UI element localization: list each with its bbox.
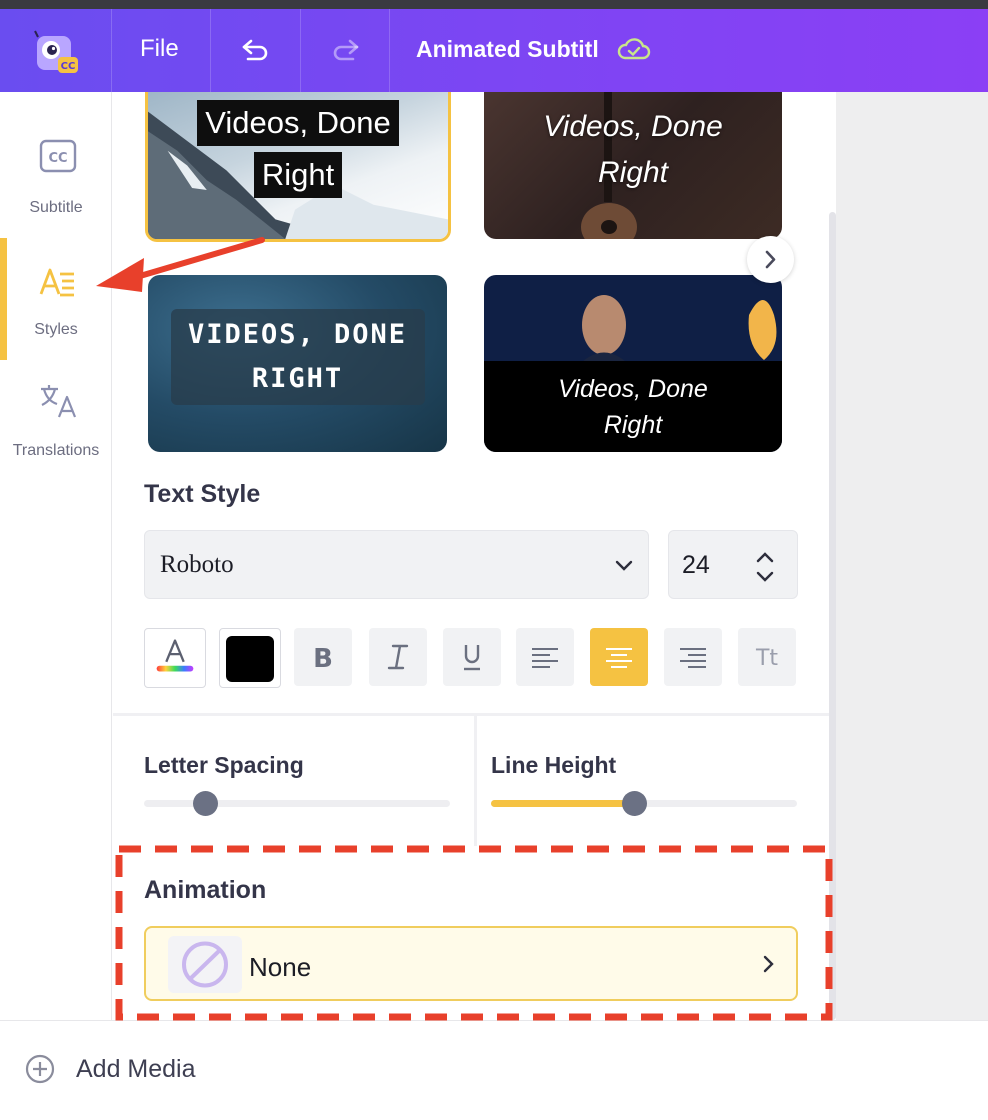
sidebar-item-label: Subtitle [29, 199, 83, 216]
left-sidebar: CC Subtitle Styles Translations [0, 92, 112, 1020]
carousel-next-button[interactable] [747, 236, 794, 283]
chevron-down-icon [615, 560, 633, 571]
text-color-swatch[interactable] [219, 628, 281, 688]
caption-line: Videos, Done [543, 110, 723, 143]
text-case-button[interactable]: Tt [738, 628, 796, 686]
style-preset-card[interactable]: VIDEOS, DONE RIGHT [148, 275, 447, 452]
svg-text:CC: CC [48, 151, 67, 166]
preset-caption: Videos, Done Right [484, 371, 782, 443]
chevron-right-icon [765, 250, 776, 269]
chevron-right-icon [763, 955, 774, 973]
line-height-slider[interactable] [491, 791, 797, 816]
add-media-button[interactable]: Add Media [76, 1055, 196, 1084]
animation-heading: Animation [144, 876, 267, 904]
align-right-icon [680, 648, 706, 668]
sidebar-item-translations[interactable]: Translations [0, 359, 112, 479]
top-toolbar: CC File Animated Subtitle [0, 9, 988, 92]
italic-icon [387, 644, 409, 670]
preview-area [836, 92, 988, 1020]
preset-caption: Videos, Done Right [148, 100, 448, 198]
slider-fill [491, 800, 635, 807]
font-family-select[interactable]: Roboto [144, 530, 649, 599]
divider [474, 716, 477, 846]
font-size-stepper[interactable]: 24 [668, 530, 798, 599]
project-title[interactable]: Animated Subtitle [416, 36, 598, 63]
chevron-down-icon[interactable] [754, 569, 776, 585]
sidebar-item-label: Translations [12, 442, 100, 459]
font-size-value: 24 [682, 551, 710, 579]
bottom-bar: Add Media [0, 1020, 988, 1120]
style-preset-card[interactable]: Videos, Done Right [484, 92, 782, 239]
add-circle-icon[interactable] [24, 1053, 56, 1085]
align-center-button[interactable] [590, 628, 648, 686]
bold-button[interactable]: B [294, 628, 352, 686]
redo-icon[interactable] [329, 35, 361, 65]
divider [113, 713, 829, 716]
sidebar-item-subtitle[interactable]: CC Subtitle [0, 92, 112, 216]
underline-button[interactable] [443, 628, 501, 686]
animation-thumbnail [168, 936, 242, 993]
align-left-icon [532, 648, 558, 668]
font-family-value: Roboto [160, 551, 234, 578]
align-right-button[interactable] [664, 628, 722, 686]
panel-scrollbar[interactable] [829, 212, 836, 1020]
style-preset-card[interactable]: Videos, Done Right [484, 275, 782, 452]
caption-line: RIGHT [251, 363, 344, 394]
sidebar-item-label: Styles [34, 321, 78, 338]
italic-button[interactable] [369, 628, 427, 686]
line-height-label: Line Height [491, 752, 617, 778]
align-center-icon [606, 648, 632, 668]
text-style-icon [38, 262, 78, 302]
translate-icon [38, 381, 78, 421]
svg-text:CC: CC [61, 61, 76, 72]
style-preset-card[interactable]: Videos, Done Right [145, 92, 451, 242]
preset-caption: Videos, Done Right [484, 104, 782, 196]
caption-line: Videos, Done [197, 100, 399, 146]
caption-line: Videos, Done [558, 375, 708, 403]
svg-text:Tt: Tt [755, 646, 778, 671]
window-top-strip [0, 0, 988, 9]
caption-line: Right [603, 411, 663, 439]
letter-spacing-slider[interactable] [144, 791, 450, 816]
chevron-up-icon[interactable] [754, 549, 776, 565]
sidebar-item-styles[interactable]: Styles [0, 238, 112, 358]
color-swatch [226, 636, 274, 682]
svg-text:B: B [313, 644, 333, 674]
text-case-icon: Tt [755, 646, 778, 671]
undo-icon[interactable] [240, 35, 272, 65]
animation-select[interactable]: None [144, 926, 798, 1001]
caption-line: Right [597, 156, 669, 189]
caption-line: Right [253, 152, 343, 198]
no-animation-icon [182, 941, 228, 988]
file-menu[interactable]: File [140, 35, 179, 63]
underline-icon [464, 645, 480, 671]
letter-spacing-label: Letter Spacing [144, 752, 304, 778]
cc-icon: CC [38, 136, 78, 176]
caption-line: VIDEOS, DONE [187, 319, 408, 350]
app-logo-icon[interactable]: CC [34, 29, 80, 75]
bold-icon: B [313, 644, 333, 674]
preset-caption: VIDEOS, DONE RIGHT [148, 309, 447, 405]
align-left-button[interactable] [516, 628, 574, 686]
cloud-saved-icon [616, 35, 652, 63]
text-color-picker[interactable] [144, 628, 206, 688]
text-color-icon [156, 639, 194, 672]
slider-handle[interactable] [192, 791, 218, 816]
animation-value: None [249, 952, 312, 982]
text-style-heading: Text Style [144, 480, 261, 508]
